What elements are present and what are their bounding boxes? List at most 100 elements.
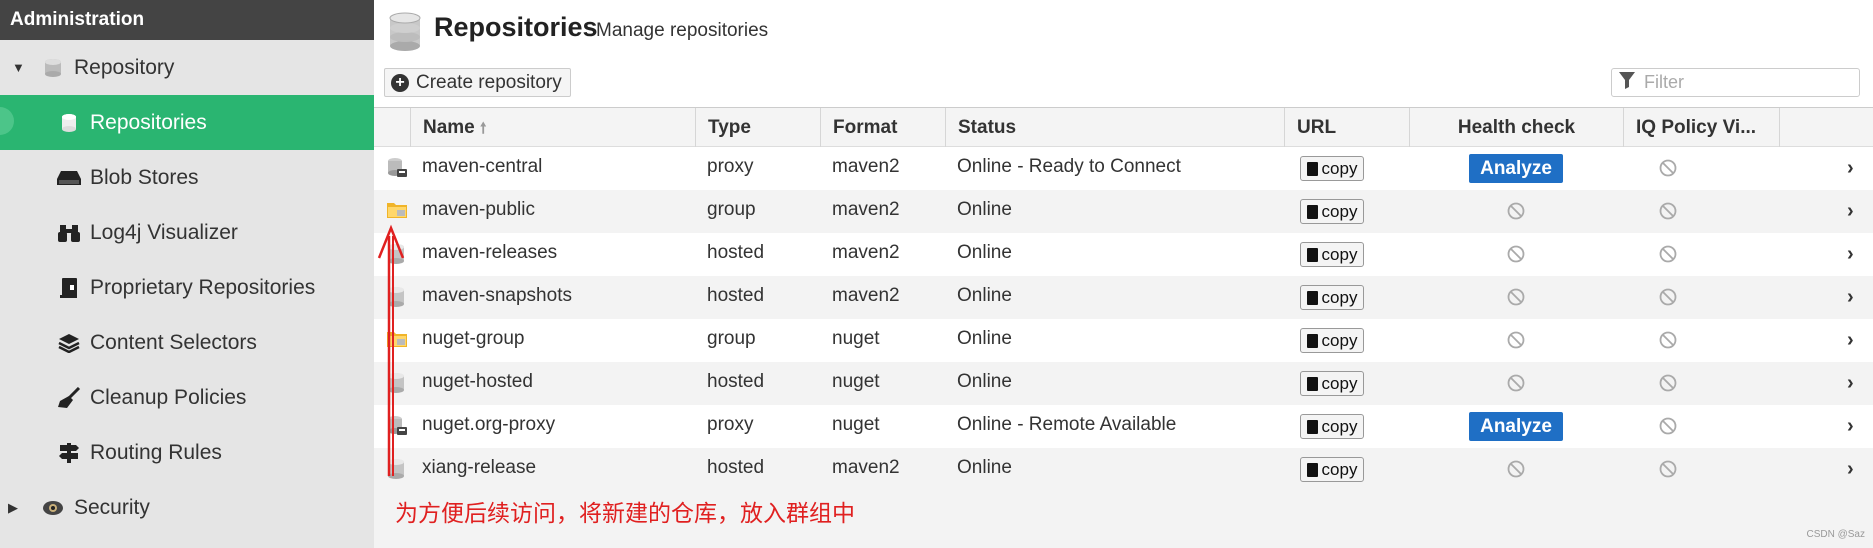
copy-url-button[interactable]: copy — [1300, 414, 1364, 439]
sort-up-icon: 🠕 — [480, 120, 487, 137]
sidebar-item-label: Routing Rules — [90, 440, 222, 464]
copy-url-button[interactable]: copy — [1300, 285, 1364, 310]
sidebar-group-label: Repository — [74, 55, 175, 79]
clipboard-icon — [1306, 247, 1318, 262]
binoculars-icon — [56, 220, 82, 246]
table-row[interactable]: xiang-release hosted maven2 Online copy › — [374, 448, 1873, 491]
table-row[interactable]: nuget-hosted hosted nuget Online copy › — [374, 362, 1873, 405]
sidebar-item-cleanup[interactable]: Cleanup Policies — [0, 370, 374, 425]
chevron-right-icon[interactable]: › — [1847, 415, 1854, 438]
chevron-right-icon[interactable]: › — [1847, 200, 1854, 223]
chevron-right-icon[interactable]: › — [1847, 372, 1854, 395]
database-icon — [56, 110, 82, 136]
table-header: Name 🠕 Type Format Status URL Health che… — [374, 107, 1873, 147]
cell-name: maven-public — [422, 199, 535, 220]
chevron-right-icon[interactable]: › — [1847, 243, 1854, 266]
cell-format: nuget — [832, 414, 880, 435]
sidebar-group-security[interactable]: ▶ Security — [0, 480, 374, 535]
cell-status: Online - Ready to Connect — [957, 156, 1181, 177]
filter-input[interactable] — [1642, 71, 1846, 94]
chevron-right-icon[interactable]: › — [1847, 286, 1854, 309]
sidebar-item-label: Proprietary Repositories — [90, 275, 316, 299]
sidebar-item-proprietary[interactable]: Proprietary Repositories — [0, 260, 374, 315]
cell-name: xiang-release — [422, 457, 537, 478]
filter-icon — [1618, 71, 1636, 94]
table-row[interactable]: nuget-group group nuget Online copy › — [374, 319, 1873, 362]
ban-icon — [1659, 331, 1677, 354]
watermark: CSDN @Saz — [1806, 529, 1866, 540]
header-panel: Repositories Manage repositories + Creat… — [374, 0, 1873, 107]
chevron-right-icon[interactable]: › — [1847, 157, 1854, 180]
cell-format: maven2 — [832, 242, 900, 263]
clipboard-icon — [1306, 419, 1318, 434]
sidebar-header: Administration — [0, 0, 374, 40]
column-header-name[interactable]: Name 🠕 — [410, 108, 695, 147]
column-header-status[interactable]: Status — [945, 108, 1284, 147]
sidebar-item-content-selectors[interactable]: Content Selectors — [0, 315, 374, 370]
table-row[interactable]: maven-public group maven2 Online copy › — [374, 190, 1873, 233]
sidebar: Administration ▼ Repository Repositories… — [0, 0, 374, 548]
signpost-icon — [56, 440, 82, 466]
ban-icon — [1507, 460, 1525, 483]
sidebar-item-label: Log4j Visualizer — [90, 220, 238, 244]
analyze-button[interactable]: Analyze — [1469, 412, 1563, 441]
cell-status: Online — [957, 199, 1012, 220]
sidebar-item-label: Content Selectors — [90, 330, 257, 354]
table-row[interactable]: maven-releases hosted maven2 Online copy › — [374, 233, 1873, 276]
cell-type: group — [707, 328, 756, 349]
cell-format: maven2 — [832, 199, 900, 220]
copy-label: copy — [1321, 158, 1358, 178]
column-header-type[interactable]: Type — [695, 108, 820, 147]
page-subtitle: Manage repositories — [596, 20, 769, 41]
caret-down-icon: ▼ — [12, 60, 25, 75]
shield-eye-icon — [40, 495, 66, 521]
cell-status: Online — [957, 371, 1012, 392]
broom-icon — [56, 385, 82, 411]
sidebar-item-log4j[interactable]: Log4j Visualizer — [0, 205, 374, 260]
ban-icon — [1507, 374, 1525, 397]
table-row[interactable]: maven-central proxy maven2 Online - Ready t… — [374, 147, 1873, 190]
sidebar-item-blob-stores[interactable]: Blob Stores — [0, 150, 374, 205]
copy-label: copy — [1321, 330, 1358, 350]
cell-name: maven-central — [422, 156, 543, 177]
annotation-arrow — [377, 224, 405, 476]
chevron-right-icon[interactable]: › — [1847, 458, 1854, 481]
column-header-health[interactable]: Health check — [1409, 108, 1623, 147]
cell-type: hosted — [707, 285, 765, 306]
book-icon — [56, 275, 82, 301]
copy-url-button[interactable]: copy — [1300, 457, 1364, 482]
copy-label: copy — [1321, 244, 1358, 264]
copy-url-button[interactable]: copy — [1300, 371, 1364, 396]
ban-icon — [1659, 374, 1677, 397]
copy-url-button[interactable]: copy — [1300, 156, 1364, 181]
layers-icon — [56, 330, 82, 356]
cell-name: maven-snapshots — [422, 285, 572, 306]
hdd-icon — [56, 165, 82, 191]
table-row[interactable]: maven-snapshots hosted maven2 Online copy › — [374, 276, 1873, 319]
cell-status: Online - Remote Available — [957, 414, 1177, 435]
chevron-right-icon[interactable]: › — [1847, 329, 1854, 352]
copy-label: copy — [1321, 373, 1358, 393]
column-header-format[interactable]: Format — [820, 108, 945, 147]
copy-url-button[interactable]: copy — [1300, 328, 1364, 353]
cell-status: Online — [957, 285, 1012, 306]
annotation-text: 为方便后续访问，将新建的仓库，放入群组中 — [395, 500, 855, 526]
table-row[interactable]: nuget.org-proxy proxy nuget Online - Remote… — [374, 405, 1873, 448]
column-header-iq[interactable]: IQ Policy Vi... — [1623, 108, 1779, 147]
clipboard-icon — [1306, 333, 1318, 348]
filter-box[interactable] — [1611, 68, 1860, 97]
analyze-button[interactable]: Analyze — [1469, 154, 1563, 183]
copy-label: copy — [1321, 287, 1358, 307]
sidebar-item-routing[interactable]: Routing Rules — [0, 425, 374, 480]
copy-url-button[interactable]: copy — [1300, 199, 1364, 224]
ban-icon — [1507, 331, 1525, 354]
cell-status: Online — [957, 328, 1012, 349]
cell-format: nuget — [832, 371, 880, 392]
sidebar-group-repository[interactable]: ▼ Repository — [0, 40, 374, 95]
column-header-url[interactable]: URL — [1284, 108, 1409, 147]
clipboard-icon — [1306, 462, 1318, 477]
sidebar-item-repositories[interactable]: Repositories — [0, 95, 374, 150]
cell-name: nuget-group — [422, 328, 525, 349]
sidebar-item-label: Cleanup Policies — [90, 385, 247, 409]
copy-url-button[interactable]: copy — [1300, 242, 1364, 267]
